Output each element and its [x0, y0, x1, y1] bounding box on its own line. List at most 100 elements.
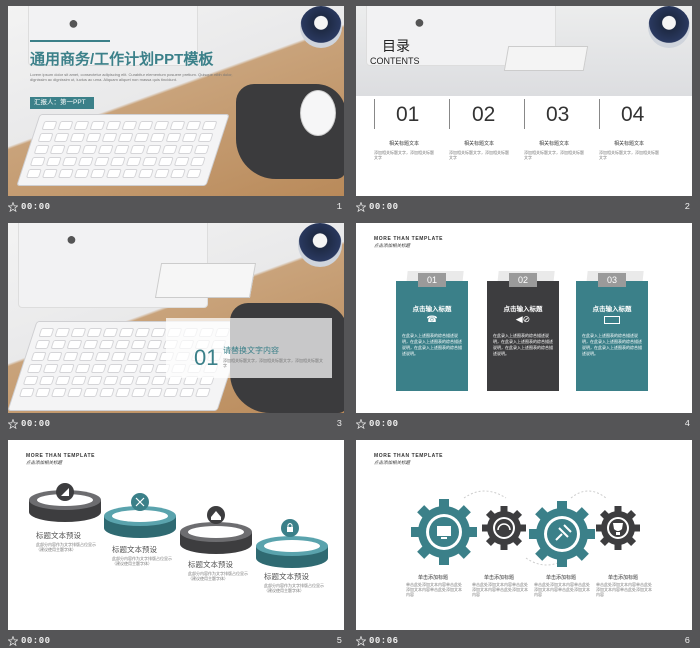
keyboard-key [169, 121, 186, 130]
card-number: 02 [509, 273, 537, 287]
card-title: 点击输入标题 [412, 306, 452, 313]
keyboard-key [181, 133, 198, 142]
divider [524, 99, 525, 129]
ring-title: 标题文本预设 [36, 531, 81, 540]
header-cn: 点击添加相关标题 [374, 243, 410, 248]
keyboard-key [37, 133, 54, 142]
section-number: 01 [194, 345, 219, 370]
ring-desc: 此部分内容作为文字排版占位显示（建议使用主题字体） [264, 583, 324, 593]
keyboard-key [94, 352, 111, 361]
slide-1: ● 通用商务/工作计划PPT模板 Lorem ipsum dolor sit a… [8, 6, 344, 196]
toc-item-desc: 添加相关标题文字，添加相关标题文字 [599, 150, 659, 160]
star-icon[interactable] [8, 202, 18, 212]
keyboard-key [117, 133, 134, 142]
keyboard-key [102, 328, 119, 337]
slide-timing: 00:00 [21, 202, 51, 212]
slide-number: 6 [684, 636, 690, 646]
keyboard-key [114, 340, 131, 349]
keyboard-key [30, 352, 47, 361]
slide-2: ● 目录 CONTENTS 01 02 03 04 相关标题文本 相关标题文本 … [356, 6, 692, 196]
cup-image [298, 223, 342, 267]
keyboard-key [105, 169, 122, 178]
slide-4: MORE THAN TEMPLATE 点击添加相关标题 01 点击输入标题 ☎ … [356, 223, 692, 413]
keyboard-key [66, 340, 83, 349]
card-title: 点击输入标题 [592, 306, 632, 313]
star-icon[interactable] [8, 636, 18, 646]
card-number: 01 [418, 273, 446, 287]
keyboard-key [85, 133, 102, 142]
keyboard-key [110, 352, 127, 361]
keyboard-key [121, 121, 138, 130]
keyboard-key [142, 352, 159, 361]
slide-timing: 00:00 [369, 419, 399, 429]
keyboard-key [58, 364, 75, 373]
keyboard-key [61, 157, 78, 166]
keyboard-key [49, 145, 66, 154]
keyboard-key [113, 145, 130, 154]
mouse-image [300, 90, 336, 136]
keyboard-key [57, 169, 74, 178]
keyboard-image [16, 114, 230, 186]
keyboard-key [33, 145, 50, 154]
keyboard-key [161, 145, 178, 154]
keyboard-key [29, 157, 46, 166]
toc-item-number: 04 [621, 103, 645, 126]
keyboard-key [134, 376, 151, 385]
ring-title: 标题文本预设 [188, 560, 233, 569]
star-icon[interactable] [356, 636, 366, 646]
keyboard-key [86, 376, 103, 385]
toc-item-desc: 添加相关标题文字，添加相关标题文字 [374, 150, 434, 160]
slide-footer: 00:06 6 [356, 633, 692, 648]
slide-timing: 00:00 [21, 419, 51, 429]
toc-list: 01 02 03 04 [374, 99, 674, 129]
keyboard-key [134, 328, 151, 337]
star-icon[interactable] [8, 419, 18, 429]
star-icon[interactable] [356, 419, 366, 429]
keyboard-key [22, 376, 39, 385]
slide-timing: 00:00 [369, 202, 399, 212]
keyboard-key [77, 157, 94, 166]
toc-item-label: 相关标题文本 [464, 141, 495, 147]
header-en: MORE THAN TEMPLATE [374, 236, 444, 242]
keyboard-key [25, 169, 42, 178]
keyboard-key [90, 364, 107, 373]
card-body-text: 在此录入上述图表的综合描述说明，在此录入上述图表的综合描述说明，在此录入上述图表… [582, 333, 642, 356]
card[interactable]: 02 点击输入标题 ◀⊘ 在此录入上述图表的综合描述说明，在此录入上述图表的综合… [487, 271, 559, 391]
card[interactable]: 03 点击输入标题 在此录入上述图表的综合描述说明，在此录入上述图表的综合描述说… [576, 271, 648, 391]
keyboard-key [41, 121, 58, 130]
divider [449, 99, 450, 129]
drive-image [154, 263, 257, 298]
keyboard-key [65, 145, 82, 154]
keyboard-key [34, 388, 51, 397]
keyboard-key [109, 157, 126, 166]
divider [374, 99, 375, 129]
keyboard-key [126, 352, 143, 361]
ring-desc: 此部分内容作为文字排版占位显示（建议使用主题字体） [36, 542, 96, 552]
star-icon[interactable] [356, 202, 366, 212]
card[interactable]: 01 点击输入标题 ☎ 在此录入上述图表的综合描述说明，在此录入上述图表的综合描… [396, 271, 468, 391]
cup-image [648, 6, 690, 48]
keyboard-key [145, 145, 162, 154]
keyboard-key [201, 121, 218, 130]
toc-item-desc: 添加相关标题文字，添加相关标题文字 [524, 150, 584, 160]
keyboard-key [54, 376, 71, 385]
keyboard-key [150, 376, 167, 385]
keyboard-key [26, 364, 43, 373]
keyboard-key [137, 169, 154, 178]
keyboard-key [129, 145, 146, 154]
slide-3: ● 01 请替换文字内容 添加相关标题文字，添加相关标题文字，添加相关标题文字 [8, 223, 344, 413]
divider [599, 99, 600, 129]
gear-title: 单击添加标题 [418, 575, 449, 581]
keyboard-key [137, 121, 154, 130]
keyboard-key [194, 388, 211, 397]
keyboard-key [141, 157, 158, 166]
slide-footer: 00:00 4 [356, 416, 692, 436]
keyboard-key [42, 364, 59, 373]
keyboard-key [98, 388, 115, 397]
megaphone-icon: ◀⊘ [515, 314, 531, 324]
keyboard-key [73, 121, 90, 130]
toc-item-number: 03 [546, 103, 570, 126]
keyboard-key [53, 133, 70, 142]
keyboard-key [89, 121, 106, 130]
keyboard-key [153, 169, 170, 178]
